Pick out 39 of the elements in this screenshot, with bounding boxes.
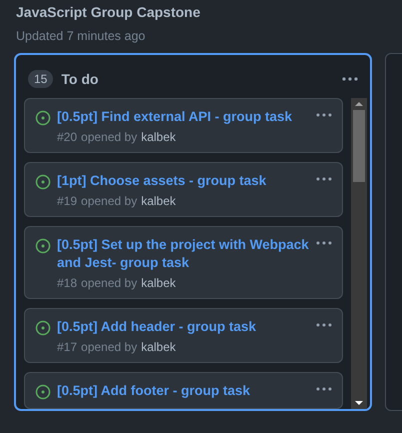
- issue-title[interactable]: [0.5pt] Add header - group task: [57, 318, 310, 336]
- author-link[interactable]: kalbek: [141, 340, 176, 354]
- opened-label: opened by: [81, 194, 138, 208]
- open-issue-icon: [35, 384, 51, 400]
- issue-number: #18: [57, 276, 78, 290]
- open-issue-icon: [35, 174, 51, 190]
- author-link[interactable]: kalbek: [141, 194, 176, 208]
- issue-number: #17: [57, 340, 78, 354]
- more-icon[interactable]: [316, 323, 332, 327]
- issue-title[interactable]: [0.5pt] Find external API - group task: [57, 108, 310, 126]
- issue-number: #19: [57, 194, 78, 208]
- issue-card[interactable]: [0.5pt] Add footer - group task: [24, 372, 343, 409]
- more-icon[interactable]: [316, 241, 332, 245]
- issue-title[interactable]: [0.5pt] Add footer - group task: [57, 382, 310, 400]
- opened-label: opened by: [81, 340, 138, 354]
- more-icon[interactable]: [316, 113, 332, 117]
- issue-card[interactable]: [1pt] Choose assets - group task #19 opened by kalbek: [24, 162, 343, 217]
- project-title: JavaScript Group Capstone: [16, 3, 202, 21]
- scrollbar-thumb[interactable]: [353, 110, 365, 182]
- more-icon[interactable]: [316, 387, 332, 391]
- opened-label: opened by: [81, 276, 138, 290]
- updated-time: Updated 7 minutes ago: [16, 28, 146, 44]
- issue-title[interactable]: [1pt] Choose assets - group task: [57, 172, 310, 190]
- issue-card[interactable]: [0.5pt] Find external API - group task #20 opened by kalbek: [24, 98, 343, 153]
- more-icon[interactable]: [316, 177, 332, 181]
- author-link[interactable]: kalbek: [141, 130, 176, 144]
- more-icon[interactable]: [342, 77, 358, 81]
- opened-label: opened by: [81, 130, 138, 144]
- issue-card[interactable]: [0.5pt] Add header - group task #17 opened by kalbek: [24, 308, 343, 363]
- issue-title[interactable]: [0.5pt] Set up the project with Webpack and Jest- group task: [57, 236, 310, 272]
- count-badge: 15: [28, 70, 54, 88]
- open-issue-icon: [35, 238, 51, 254]
- scrollbar[interactable]: [351, 98, 367, 409]
- open-issue-icon: [35, 110, 51, 126]
- column-title: To do: [61, 71, 100, 87]
- issue-card[interactable]: [0.5pt] Set up the project with Webpack and Jest- group task #18 opened by kalbek: [24, 226, 343, 299]
- issue-number: #20: [57, 130, 78, 144]
- author-link[interactable]: kalbek: [141, 276, 176, 290]
- open-issue-icon: [35, 320, 51, 336]
